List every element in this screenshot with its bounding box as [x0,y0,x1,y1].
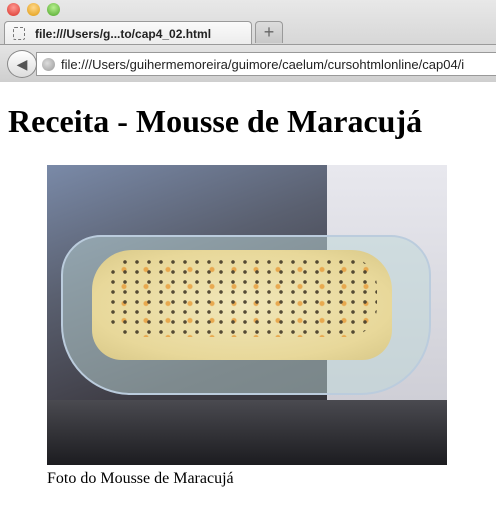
photo-caption: Foto do Mousse de Maracujá [47,470,234,487]
new-tab-button[interactable]: + [255,21,283,43]
back-button[interactable]: ◀ [7,50,37,78]
tab-title: file:///Users/g...to/cap4_02.html [35,27,212,41]
mousse-photo [47,165,447,465]
page-title: Receita - Mousse de Maracujá [8,103,423,139]
url-text: file:///Users/guihermemoreira/guimore/ca… [61,57,465,72]
browser-chrome: file:///Users/g...to/cap4_02.html + file… [0,0,496,82]
address-bar[interactable]: file:///Users/guihermemoreira/guimore/ca… [36,52,496,76]
globe-icon [42,58,55,71]
minimize-window-button[interactable] [27,3,40,16]
browser-tab[interactable]: file:///Users/g...to/cap4_02.html [4,21,252,45]
zoom-window-button[interactable] [47,3,60,16]
page-icon [13,27,25,40]
close-window-button[interactable] [7,3,20,16]
toolbar: file:///Users/guihermemoreira/guimore/ca… [0,44,496,82]
